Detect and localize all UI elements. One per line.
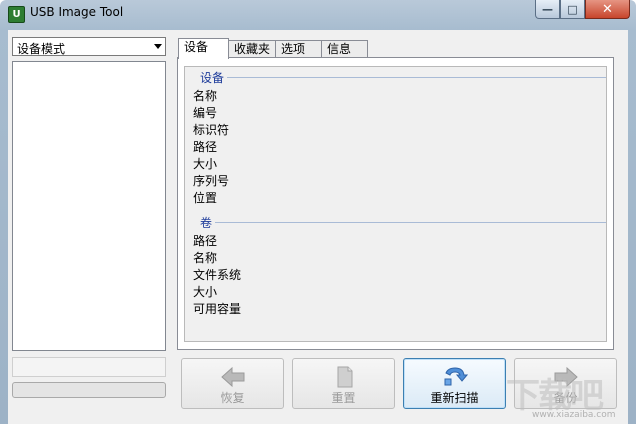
restore-button-label: 恢复	[220, 391, 245, 405]
mode-select[interactable]: 设备模式	[12, 37, 166, 56]
tab-favorites[interactable]: 收藏夹	[228, 40, 276, 58]
device-field: 标识符	[193, 123, 230, 137]
minimize-icon: —	[542, 2, 553, 16]
progress-bar	[12, 382, 166, 398]
app-icon: U	[8, 6, 25, 23]
restore-arrow-icon	[220, 366, 244, 388]
tab-info[interactable]: 信息	[321, 40, 368, 58]
volume-field: 名称	[193, 251, 218, 265]
device-field: 路径	[193, 140, 218, 154]
tab-device[interactable]: 设备	[178, 38, 229, 59]
device-field: 编号	[193, 106, 218, 120]
device-field: 序列号	[193, 174, 230, 188]
device-section-title: 设备	[197, 69, 228, 86]
maximize-icon: □	[567, 2, 578, 16]
minimize-button[interactable]: —	[535, 0, 560, 19]
device-section-header: 设备	[185, 69, 606, 86]
close-button[interactable]: ✕	[585, 0, 630, 19]
device-tab-panel: 设备 名称 编号 标识符 路径 大小 序列号 位置 卷 路径 名称 文件系统 大…	[177, 57, 614, 350]
app-window: U USB Image Tool — □ ✕ 设备模式 设备 收藏夹 选项 信息…	[0, 0, 636, 424]
maximize-button[interactable]: □	[560, 0, 585, 19]
volume-field: 大小	[193, 285, 218, 299]
divider	[215, 222, 606, 223]
window-controls: — □ ✕	[535, 0, 630, 20]
rescan-button-label: 重新扫描	[430, 391, 479, 405]
window-title: USB Image Tool	[30, 5, 124, 19]
mode-select-value: 设备模式	[17, 42, 66, 56]
reset-button[interactable]: 重置	[292, 358, 395, 409]
reset-document-icon	[337, 366, 352, 388]
watermark-url: www.xiazaiba.com	[532, 410, 616, 420]
volume-section-title: 卷	[197, 214, 216, 231]
volume-field: 可用容量	[193, 302, 242, 316]
chevron-down-icon	[154, 44, 162, 49]
rescan-arrow-icon	[444, 367, 468, 386]
device-field: 位置	[193, 191, 218, 205]
tab-options[interactable]: 选项	[275, 40, 322, 58]
device-field: 名称	[193, 89, 218, 103]
title-bar[interactable]: U USB Image Tool — □ ✕	[0, 0, 636, 27]
reset-button-label: 重置	[331, 391, 356, 405]
info-group: 设备 名称 编号 标识符 路径 大小 序列号 位置 卷 路径 名称 文件系统 大…	[184, 66, 607, 342]
rescan-button[interactable]: 重新扫描	[403, 358, 506, 409]
volume-field: 路径	[193, 234, 218, 248]
watermark-logo: 下载吧 www.xiazaiba.com	[498, 364, 628, 424]
client-area: 设备模式 设备 收藏夹 选项 信息 设备 名称 编号 标识符 路径 大小 序列号…	[8, 30, 628, 424]
volume-section-header: 卷	[185, 214, 606, 231]
status-field	[12, 357, 166, 377]
device-field: 大小	[193, 157, 218, 171]
device-list[interactable]	[12, 61, 166, 351]
divider	[227, 77, 606, 78]
volume-field: 文件系统	[193, 268, 242, 282]
close-icon: ✕	[602, 1, 613, 17]
restore-button[interactable]: 恢复	[181, 358, 284, 409]
